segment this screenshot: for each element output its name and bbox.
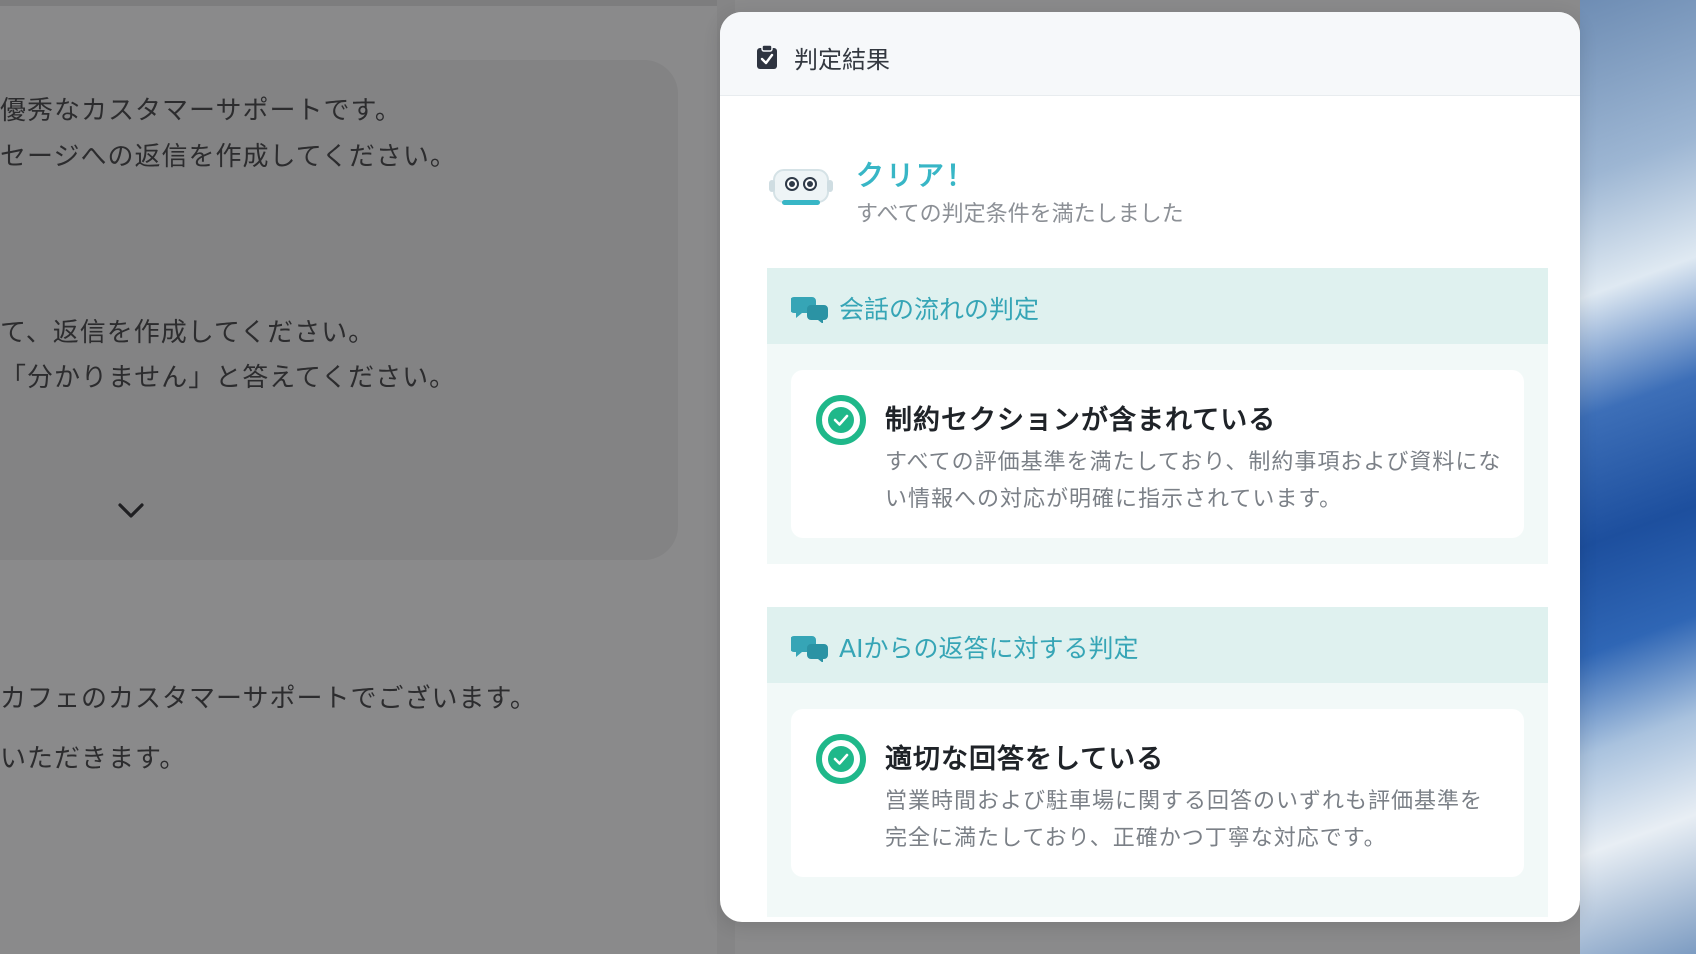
check-circle-icon xyxy=(816,395,866,445)
criterion-card: 適切な回答をしている 営業時間および駐車場に関する回答のいずれも評価基準を完全に… xyxy=(791,709,1524,877)
criterion-title: 適切な回答をしている xyxy=(885,744,1165,775)
prompt-line: 「分かりません」と答えてください。 xyxy=(0,363,457,393)
prompt-line: て、返信を作成してください。 xyxy=(0,318,376,348)
robot-icon xyxy=(769,169,833,205)
reply-line: カフェのカスタマーサポートでございます。 xyxy=(0,684,537,714)
section-header: 会話の流れの判定 xyxy=(767,268,1548,344)
result-summary: クリア！ すべての判定条件を満たしました xyxy=(768,140,1468,230)
check-circle-icon xyxy=(816,734,866,784)
desktop-wallpaper xyxy=(1580,0,1696,954)
criterion-description: すべての評価基準を満たしており、制約事項および資料にない情報への対応が明確に指示… xyxy=(885,450,1502,512)
chevron-down-icon[interactable] xyxy=(116,496,146,526)
clipboard-check-icon xyxy=(757,44,777,69)
result-subtitle: すべての判定条件を満たしました xyxy=(856,202,1184,227)
section-title: AIからの返答に対する判定 xyxy=(839,634,1139,663)
section-title: 会話の流れの判定 xyxy=(839,295,1040,324)
criterion-card: 制約セクションが含まれている すべての評価基準を満たしており、制約事項および資料… xyxy=(791,370,1524,538)
criterion-title: 制約セクションが含まれている xyxy=(885,405,1277,436)
section-header: AIからの返答に対する判定 xyxy=(767,607,1548,683)
modal-title: 判定結果 xyxy=(794,46,890,74)
prompt-card: 優秀なカスタマーサポートです。 セージへの返信を作成してください。 て、返信を作… xyxy=(0,60,678,560)
result-title: クリア！ xyxy=(856,159,977,192)
chat-bubbles-icon xyxy=(791,297,828,323)
screen: 優秀なカスタマーサポートです。 セージへの返信を作成してください。 て、返信を作… xyxy=(0,0,1696,954)
prompt-line: 優秀なカスタマーサポートです。 xyxy=(0,96,402,126)
chat-bubbles-icon xyxy=(791,636,828,662)
judgement-result-modal: 判定結果 クリア！ すべての判定条件を満たしました 会話の流れの判定 制約セクシ… xyxy=(720,12,1580,922)
section-ai-response: AIからの返答に対する判定 適切な回答をしている 営業時間および駐車場に関する回… xyxy=(767,607,1548,917)
section-conversation-flow: 会話の流れの判定 制約セクションが含まれている すべての評価基準を満たしており、… xyxy=(767,268,1548,564)
reply-line: いただきます。 xyxy=(0,744,187,774)
modal-header: 判定結果 xyxy=(720,12,1580,96)
prompt-line: セージへの返信を作成してください。 xyxy=(0,142,457,172)
criterion-description: 営業時間および駐車場に関する回答のいずれも評価基準を完全に満たしており、正確かつ… xyxy=(885,789,1484,851)
